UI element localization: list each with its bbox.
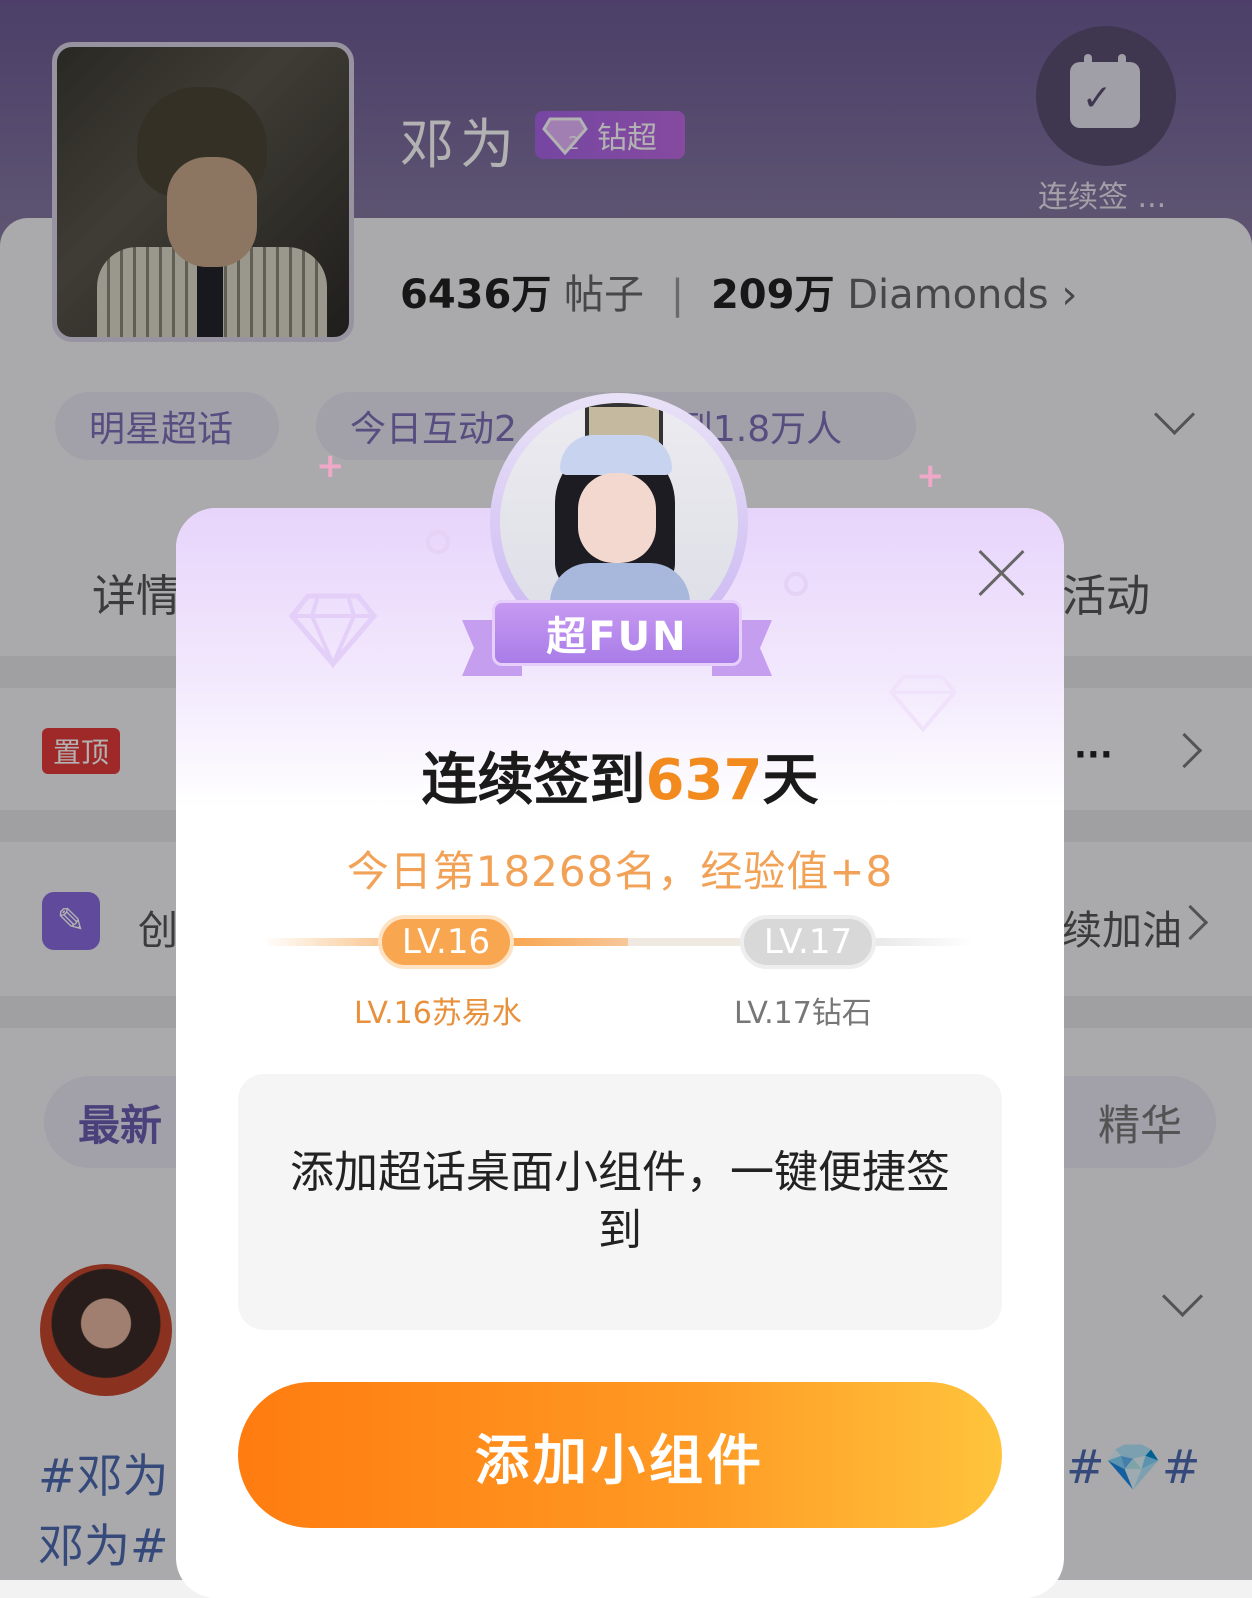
- widget-prompt-box: 添加超话桌面小组件，一键便捷签到: [238, 1074, 1002, 1330]
- current-level-name: LV.16苏易水: [354, 996, 522, 1031]
- circle-deco: [784, 572, 808, 596]
- add-widget-button[interactable]: 添加小组件: [238, 1382, 1002, 1528]
- level-progress-fill: [512, 938, 628, 946]
- close-icon[interactable]: [976, 548, 1026, 598]
- streak-days: 637: [645, 748, 763, 813]
- rank-text: 今日第18268名，经验值+8: [346, 847, 894, 896]
- widget-prompt-text: 添加超话桌面小组件，一键便捷签到: [290, 1147, 950, 1256]
- diamond-deco-icon: [888, 674, 958, 733]
- circle-deco: [426, 530, 450, 554]
- sparkle-icon: +: [316, 446, 345, 486]
- fan-ribbon: 超FUN: [462, 600, 772, 676]
- next-level-name: LV.17钻石: [734, 996, 872, 1031]
- level-progress-track: [512, 938, 744, 946]
- streak-title: 连续签到637天: [421, 748, 819, 813]
- sparkle-icon: +: [916, 456, 945, 496]
- ribbon-label: 超FUN: [492, 600, 742, 666]
- progress-track-tail: [872, 938, 976, 946]
- diamond-deco-icon: [288, 593, 378, 669]
- progress-track-lead: [262, 938, 392, 946]
- next-level-badge: LV.17: [740, 915, 876, 969]
- current-level-badge: LV.16: [378, 915, 514, 969]
